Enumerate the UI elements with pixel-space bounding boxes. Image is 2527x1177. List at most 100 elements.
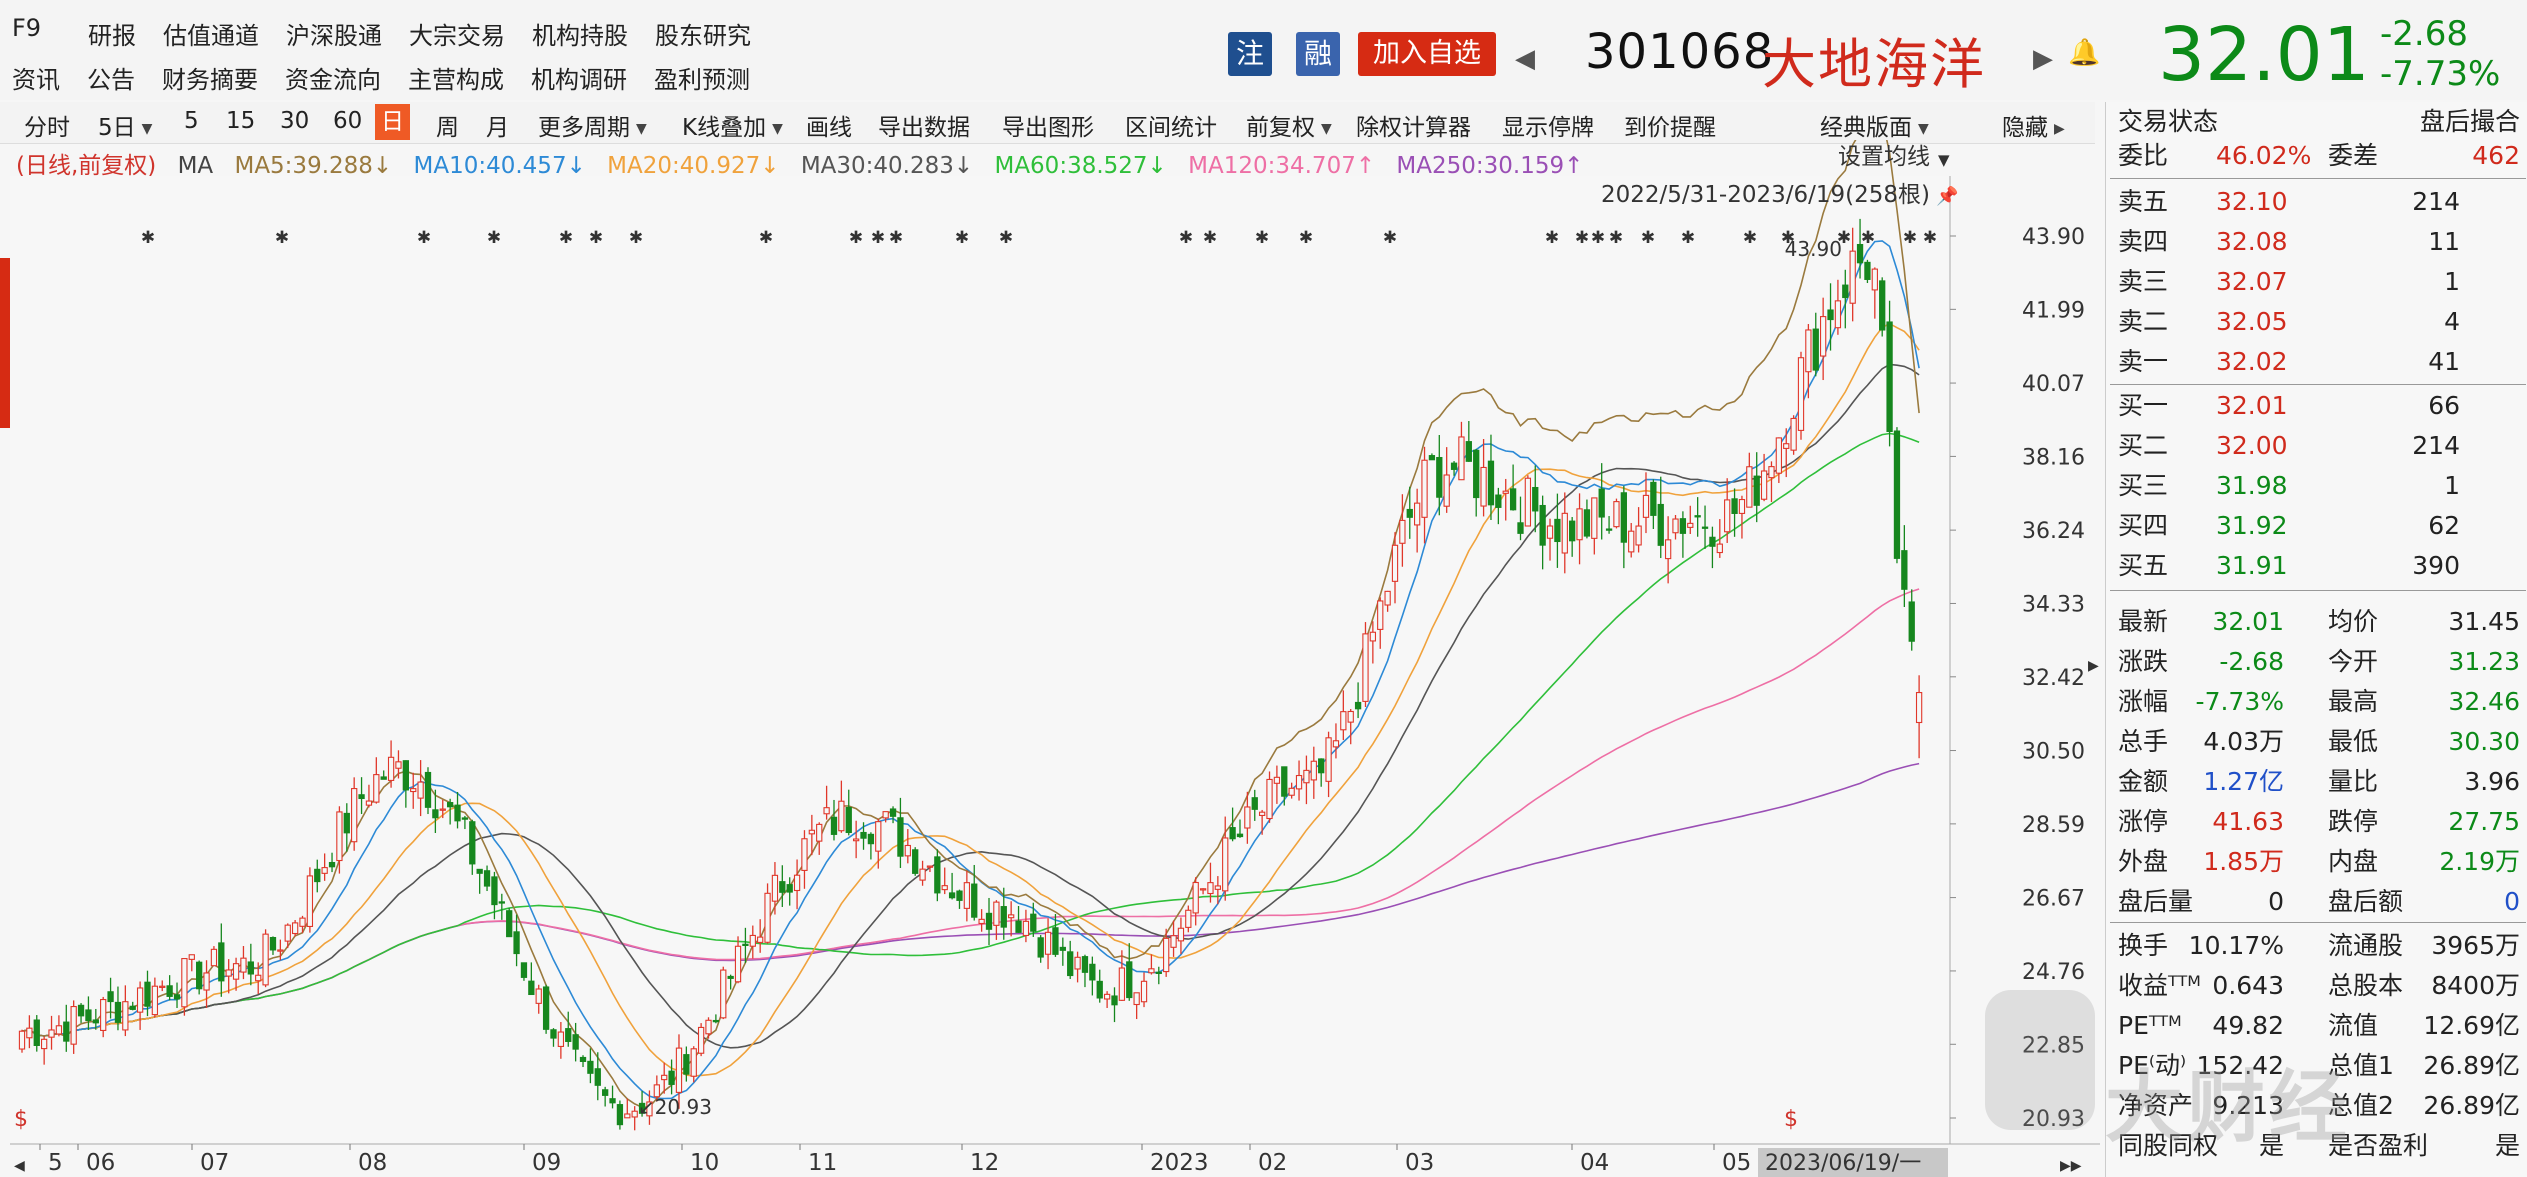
buy-level-volume: 1	[2444, 471, 2460, 500]
candle-body	[1258, 811, 1266, 817]
candle-body	[1273, 776, 1281, 784]
scroll-left-icon: ◀	[14, 1158, 25, 1174]
tb-layout[interactable]: 经典版面 ▼	[1820, 108, 1929, 142]
stat-row: 盘后量 0 盘后额 0	[2116, 882, 2520, 922]
tb-overlay[interactable]: K线叠加 ▼	[682, 108, 783, 142]
candle-body	[764, 892, 771, 943]
nav-business[interactable]: 主营构成	[408, 60, 504, 95]
candle-body	[1096, 980, 1103, 999]
chevron-down-icon: ▼	[636, 120, 647, 137]
tb-ex-right-calc[interactable]: 除权计算器	[1356, 108, 1471, 142]
nav-research[interactable]: 研报	[88, 16, 136, 51]
prev-stock-icon[interactable]: ◀	[1515, 44, 1535, 74]
nav-row-bottom: 资讯 公告 财务摘要 资金流向 主营构成 机构调研 盈利预测	[12, 60, 777, 95]
stat-label: 今开	[2328, 647, 2379, 676]
nav-survey[interactable]: 机构调研	[531, 60, 627, 95]
stat-value: -2.68	[2219, 647, 2284, 676]
nav-institution-holding[interactable]: 机构持股	[532, 16, 628, 51]
y-tick-label: 38.16	[2022, 445, 2085, 470]
tb-price-alert[interactable]: 到价提醒	[1624, 108, 1716, 142]
tb-export-image[interactable]: 导出图形	[1002, 108, 1094, 142]
candle-body	[343, 812, 350, 834]
tb-more-period[interactable]: 更多周期 ▼	[538, 108, 647, 142]
tb-15min[interactable]: 15	[226, 108, 255, 134]
candle-body	[1657, 503, 1664, 546]
candle-body	[210, 948, 218, 967]
next-stock-icon[interactable]: ▶	[2033, 44, 2053, 74]
candle-body	[321, 867, 328, 874]
candle-body	[1805, 329, 1812, 373]
alert-bell-icon[interactable]: 🔔	[2068, 38, 2100, 68]
stat-row: 金额 1.27亿 量比 3.96	[2116, 762, 2520, 802]
x-tick-label: 5	[48, 1150, 63, 1176]
nav-money-flow[interactable]: 资金流向	[285, 60, 381, 95]
event-marker-icon: ✱	[849, 228, 863, 248]
candle-body	[1694, 515, 1701, 518]
candle-body	[897, 817, 904, 857]
sell-level-volume: 1	[2444, 267, 2460, 296]
tb-adjust[interactable]: 前复权 ▼	[1246, 108, 1332, 142]
candle-body	[387, 756, 395, 781]
candle-body	[587, 1060, 594, 1074]
nav-shareholder[interactable]: 股东研究	[655, 16, 751, 51]
buy-level-label: 买一	[2118, 391, 2169, 420]
candle-body	[904, 844, 911, 857]
tb-range-stats[interactable]: 区间统计	[1125, 108, 1217, 142]
tb-show-suspend[interactable]: 显示停牌	[1502, 108, 1594, 142]
tb-5day[interactable]: 5日 ▼	[98, 108, 152, 142]
candle-body	[1199, 888, 1207, 891]
nav-valuation[interactable]: 估值通道	[163, 16, 259, 51]
weibi-value: 46.02%	[2216, 141, 2312, 170]
pin-icon: 📌	[1936, 185, 1958, 207]
nav-announcement[interactable]: 公告	[87, 60, 135, 95]
candle-body	[40, 1038, 48, 1050]
event-marker-icon: ✱	[1545, 228, 1559, 248]
kline-svg[interactable]: 43.90 41.99 40.07 38.16 36.24 34.33 32.42 30.50…	[0, 140, 2100, 1177]
nav-forecast[interactable]: 盈利预测	[654, 60, 750, 95]
candle-body	[1775, 437, 1783, 474]
buy-level-price: 31.92	[2216, 511, 2288, 540]
nav-news[interactable]: 资讯	[12, 60, 60, 95]
tb-30min[interactable]: 30	[280, 108, 309, 134]
margin-badge[interactable]: 融	[1296, 32, 1340, 76]
candle-body	[845, 806, 852, 834]
candle-body	[1664, 539, 1672, 560]
tb-export-data[interactable]: 导出数据	[878, 108, 970, 142]
nav-block-trade[interactable]: 大宗交易	[409, 16, 505, 51]
candle-body	[70, 1006, 77, 1045]
registration-badge[interactable]: 注	[1228, 32, 1272, 76]
candle-body	[1443, 474, 1450, 507]
f9-link[interactable]: F9	[12, 14, 41, 42]
candle-body	[1524, 477, 1532, 527]
side-panel-tab[interactable]	[0, 258, 10, 428]
nav-connect[interactable]: 沪深股通	[286, 16, 382, 51]
tb-intraday[interactable]: 分时	[24, 108, 70, 142]
kline-chart[interactable]: 43.90 41.99 40.07 38.16 36.24 34.33 32.42 30.50…	[0, 140, 2100, 1177]
candle-body	[1229, 827, 1236, 840]
tb-60min[interactable]: 60	[333, 108, 362, 134]
tb-monthly[interactable]: 月	[486, 108, 509, 142]
stat-value: 2.19万	[2439, 847, 2520, 876]
tb-5min[interactable]: 5	[184, 108, 199, 134]
candle-body	[1709, 536, 1716, 547]
sell-level-row: 卖二 32.05 4	[2116, 302, 2520, 342]
weicha-value: 462	[2472, 141, 2520, 170]
event-marker-icon: ✱	[1203, 228, 1217, 248]
tb-weekly[interactable]: 周	[436, 108, 459, 142]
fund-label: PEᵀᵀᴹ	[2118, 1011, 2182, 1040]
tb-hide[interactable]: 隐藏 ▶	[2002, 108, 2065, 142]
candle-body	[151, 985, 159, 1016]
stat-label: 均价	[2328, 607, 2379, 636]
tb-draw[interactable]: 画线	[806, 108, 852, 142]
candle-body	[1377, 600, 1384, 630]
stock-name: 大地海洋	[1762, 33, 1986, 96]
fund-value: 是	[2494, 1131, 2520, 1160]
separator	[2110, 590, 2526, 591]
nav-financial[interactable]: 财务摘要	[162, 60, 258, 95]
stat-value: 32.46	[2448, 687, 2520, 716]
add-watchlist-button[interactable]: 加入自选	[1358, 32, 1496, 76]
sell-level-price: 32.05	[2216, 307, 2288, 336]
event-marker-icon: ✱	[999, 228, 1013, 248]
candle-body	[432, 809, 439, 819]
tb-daily[interactable]: 日	[375, 104, 410, 140]
